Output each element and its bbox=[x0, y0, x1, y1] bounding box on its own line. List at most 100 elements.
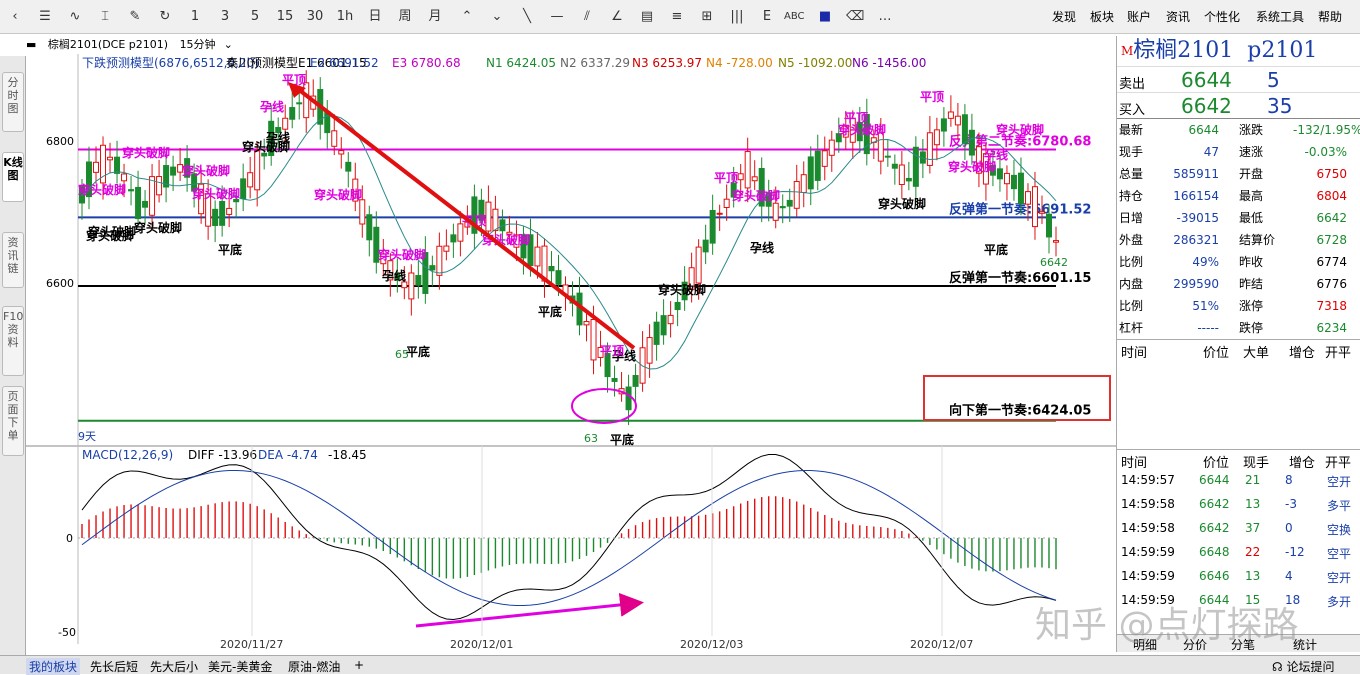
abc-text-tool[interactable]: ABC bbox=[784, 7, 805, 27]
more-icon[interactable]: … bbox=[876, 7, 894, 27]
candle-body bbox=[1017, 172, 1024, 204]
e-icon[interactable]: E bbox=[758, 7, 776, 27]
stat-label-right: 速涨 bbox=[1239, 145, 1264, 159]
candle-body bbox=[653, 321, 660, 345]
market-icon: M bbox=[1121, 44, 1134, 58]
last-price-label: 6642 bbox=[1040, 256, 1068, 269]
buy-row[interactable]: 买入 6642 35 bbox=[1117, 92, 1360, 118]
hline-icon[interactable]: — bbox=[548, 7, 566, 27]
tab-timeshare[interactable]: 分时图 bbox=[2, 72, 24, 132]
menu-news[interactable]: 资讯 bbox=[1166, 8, 1190, 25]
gann-icon[interactable]: ∠ bbox=[608, 7, 626, 27]
draw-icon[interactable]: ✎ bbox=[126, 7, 144, 27]
candle-body bbox=[450, 234, 457, 243]
candle-body bbox=[93, 161, 100, 173]
period-3m[interactable]: 3 bbox=[216, 7, 234, 27]
macd-value-2: -18.45 bbox=[328, 448, 367, 462]
stat-value-left: 286321 bbox=[1173, 233, 1219, 247]
candle-body bbox=[954, 115, 961, 126]
menu-system-tools[interactable]: 系统工具 bbox=[1256, 8, 1304, 25]
parallel-icon[interactable]: ⫽ bbox=[578, 7, 596, 27]
status-tab-3[interactable]: 美元-美黄金 bbox=[208, 658, 272, 675]
line-chart-icon[interactable]: ∿ bbox=[66, 7, 84, 27]
channel-icon[interactable]: ⊞ bbox=[698, 7, 716, 27]
stat-label-left: 外盘 bbox=[1119, 233, 1144, 247]
quote-panel: M棕榈2101 p2101 卖出 6644 5 买入 6642 35 最新 664… bbox=[1116, 36, 1360, 652]
kline-chart-area[interactable]: 6800 6600 0 -50 下跌预测模型(6876,6512,0,20) 秦… bbox=[26, 54, 1116, 651]
menu-icon[interactable]: ▬ bbox=[26, 38, 36, 51]
candle-body bbox=[1045, 213, 1052, 238]
status-tab-4[interactable]: 原油-燃油 bbox=[288, 658, 340, 675]
pattern-label-black-1: 穿头破脚 bbox=[88, 224, 136, 239]
back-icon[interactable]: ‹ bbox=[6, 7, 24, 27]
candle-body bbox=[436, 245, 443, 276]
list-icon[interactable]: ☰ bbox=[36, 7, 54, 27]
stat-label-left: 最新 bbox=[1119, 123, 1144, 137]
period-30m[interactable]: 30 bbox=[306, 7, 324, 27]
period-5m[interactable]: 5 bbox=[246, 7, 264, 27]
indicator-value-6: N4 -728.00 bbox=[706, 56, 773, 70]
period-15m[interactable]: 15 bbox=[276, 7, 294, 27]
candle-body bbox=[625, 386, 632, 411]
stat-value-left: 51% bbox=[1192, 299, 1219, 313]
candle-body bbox=[821, 150, 828, 167]
period-1h[interactable]: 1h bbox=[336, 7, 354, 27]
tick-volume: 21 bbox=[1245, 473, 1261, 487]
menu-discover[interactable]: 发现 bbox=[1052, 8, 1076, 25]
header-col-0: 时间 bbox=[1121, 346, 1148, 361]
pattern-label-black-5: 穿头破脚 bbox=[134, 220, 182, 235]
period-month[interactable]: 月 bbox=[426, 7, 444, 27]
period-day[interactable]: 日 bbox=[366, 7, 384, 27]
stat-value-left: -39015 bbox=[1176, 211, 1219, 225]
bars-icon[interactable]: ||| bbox=[728, 7, 746, 27]
status-tab-2[interactable]: 先大后小 bbox=[150, 658, 198, 675]
chart-header: ▬ 棕榈2101(DCE p2101) 15分钟 ⌄ bbox=[26, 36, 1116, 53]
menu-account[interactable]: 账户 bbox=[1127, 8, 1151, 25]
macd-legend: MACD(12,26,9) DIFF -13.96 DEA -4.74 -18.45 bbox=[82, 448, 367, 462]
macd-name[interactable]: MACD(12,26,9) bbox=[82, 448, 173, 462]
status-tab-my-sector[interactable]: 我的板块 bbox=[26, 658, 81, 675]
forum-link[interactable]: ☊ 论坛提问 bbox=[1272, 658, 1335, 675]
price-tick-6600: 6600 bbox=[46, 277, 74, 290]
tab-news-chain[interactable]: 资讯链 bbox=[2, 232, 24, 288]
stat-label-left: 持仓 bbox=[1119, 189, 1144, 203]
up-arrows-icon[interactable]: ⌃ bbox=[458, 7, 476, 27]
tick-change: 8 bbox=[1285, 473, 1293, 487]
fib-icon[interactable]: ≡ bbox=[668, 7, 686, 27]
period-week[interactable]: 周 bbox=[396, 7, 414, 27]
indicator-value-4: N2 6337.29 bbox=[560, 56, 630, 70]
cursor-icon[interactable]: ╲ bbox=[518, 7, 536, 27]
candle-body bbox=[828, 139, 835, 156]
color-square-icon[interactable]: ■ bbox=[816, 7, 834, 27]
period-select[interactable]: 15分钟 bbox=[180, 38, 216, 51]
tick-row: 14:59:58 6642 37 0 空换 bbox=[1117, 517, 1360, 541]
candle-body bbox=[695, 246, 702, 284]
candle-body bbox=[611, 378, 618, 382]
down-arrows-icon[interactable]: ⌄ bbox=[488, 7, 506, 27]
add-tab-button[interactable]: + bbox=[354, 658, 364, 672]
header-col-3: 增仓 bbox=[1289, 346, 1316, 361]
period-1m[interactable]: 1 bbox=[186, 7, 204, 27]
tab-kline[interactable]: K线图 bbox=[2, 152, 24, 202]
stat-label-right: 涨跌 bbox=[1239, 123, 1264, 137]
menu-personalize[interactable]: 个性化 bbox=[1204, 8, 1240, 25]
buy-price: 6642 bbox=[1181, 94, 1232, 118]
sell-row[interactable]: 卖出 6644 5 bbox=[1117, 66, 1360, 92]
box-icon[interactable]: ▤ bbox=[638, 7, 656, 27]
tab-order[interactable]: 页面下单 bbox=[2, 386, 24, 456]
stat-row: 日增 -39015 最低 6642 bbox=[1117, 207, 1360, 229]
status-tab-1[interactable]: 先长后短 bbox=[90, 658, 138, 675]
tab-f10[interactable]: F10资料 bbox=[2, 306, 24, 376]
symbol-label[interactable]: 棕榈2101(DCE p2101) bbox=[48, 38, 168, 51]
pattern-label-magenta-2: 穿头破脚 bbox=[182, 163, 230, 178]
stat-value-right: 6774 bbox=[1316, 255, 1347, 269]
menu-help[interactable]: 帮助 bbox=[1318, 8, 1342, 25]
kline-chart[interactable]: 6800 6600 0 -50 下跌预测模型(6876,6512,0,20) 秦… bbox=[26, 54, 1116, 651]
chevron-down-icon[interactable]: ⌄ bbox=[224, 38, 233, 51]
eraser-icon[interactable]: ⌫ bbox=[846, 7, 864, 27]
candle-icon[interactable]: ⌶ bbox=[96, 7, 114, 27]
pattern-label-black-9: 平底 bbox=[610, 432, 634, 447]
level-label-2: 反弹第一节奏:6601.15 bbox=[949, 270, 1091, 286]
refresh-icon[interactable]: ↻ bbox=[156, 7, 174, 27]
menu-sectors[interactable]: 板块 bbox=[1090, 8, 1114, 25]
